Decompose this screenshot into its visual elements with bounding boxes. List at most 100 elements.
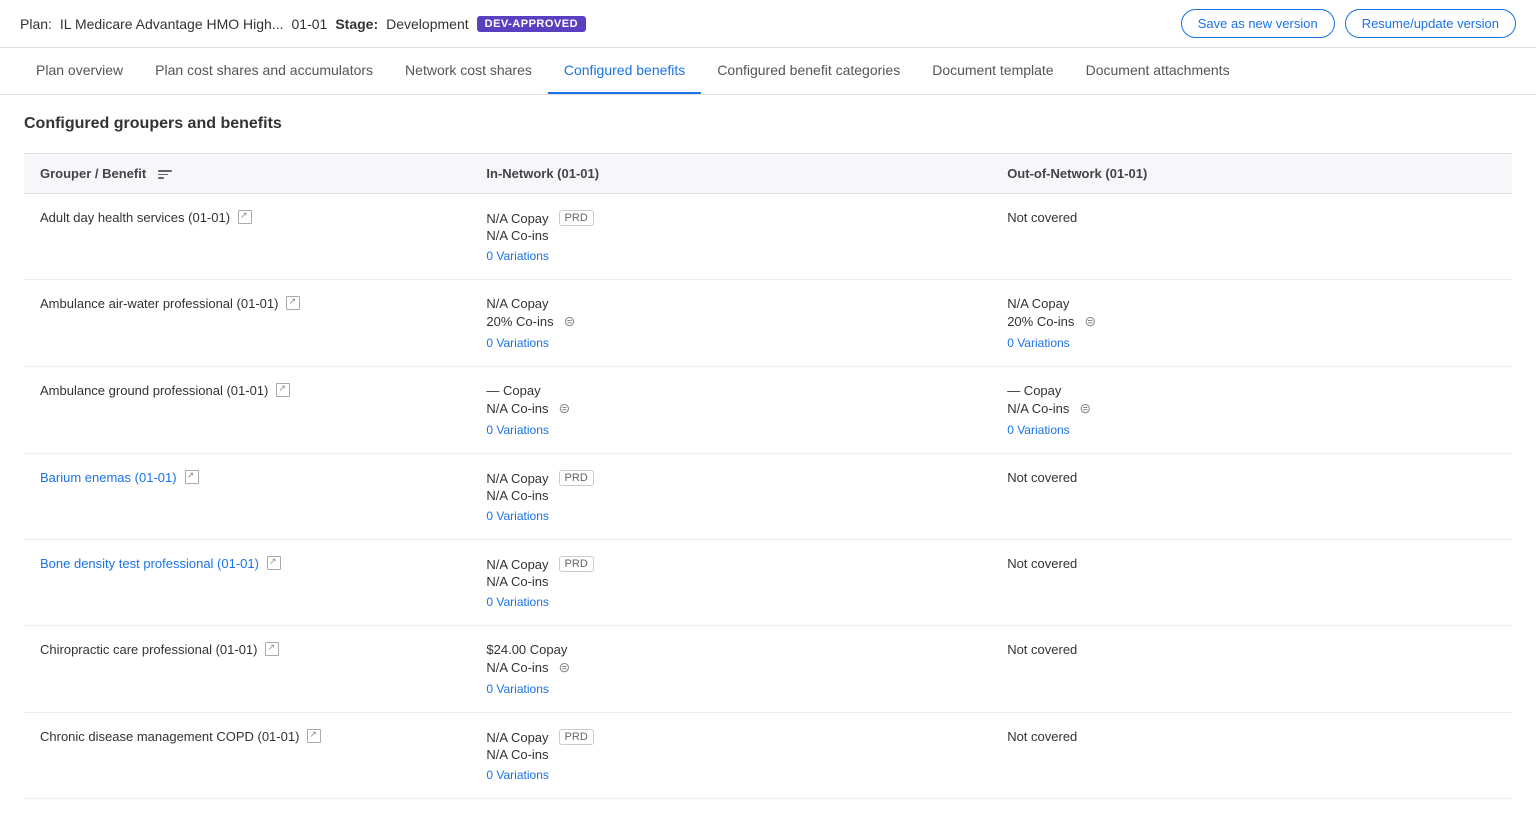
not-covered-text: Not covered bbox=[1007, 729, 1496, 744]
copay-line: N/A CopayPRD bbox=[486, 210, 975, 226]
plan-name: IL Medicare Advantage HMO High... bbox=[60, 16, 284, 32]
variations-link[interactable]: 0 Variations bbox=[486, 249, 975, 263]
out-variations-link[interactable]: 0 Variations bbox=[1007, 423, 1496, 437]
benefit-name-cell: Chronic disease management COPD (01-01) bbox=[24, 713, 470, 799]
tab-configured-benefit-categories[interactable]: Configured benefit categories bbox=[701, 48, 916, 95]
out-network-cell: Not covered bbox=[991, 194, 1512, 280]
variations-link[interactable]: 0 Variations bbox=[486, 768, 975, 782]
not-covered-text: Not covered bbox=[1007, 210, 1496, 225]
layers-icon[interactable]: ⊜ bbox=[559, 659, 571, 676]
copay-line: — Copay bbox=[486, 383, 975, 398]
layers-icon[interactable]: ⊜ bbox=[559, 400, 571, 417]
in-network-cell: N/A Copay 20% Co-ins⊜ 0 Variations bbox=[470, 280, 991, 367]
external-link-icon[interactable] bbox=[307, 729, 321, 743]
tab-plan-cost-shares[interactable]: Plan cost shares and accumulators bbox=[139, 48, 389, 95]
external-link-icon[interactable] bbox=[286, 296, 300, 310]
top-bar-actions: Save as new version Resume/update versio… bbox=[1181, 9, 1516, 38]
dev-approved-badge: DEV-APPROVED bbox=[477, 16, 586, 32]
prd-badge: PRD bbox=[559, 556, 594, 572]
table-row: Chronic disease management COPD (01-01) N… bbox=[24, 713, 1512, 799]
benefit-name-cell: Bone density test professional (01-01) bbox=[24, 540, 470, 626]
out-copay-line: — Copay bbox=[1007, 383, 1496, 398]
variations-link[interactable]: 0 Variations bbox=[486, 336, 975, 350]
out-network-cell: Not covered bbox=[991, 626, 1512, 713]
benefit-name: Ambulance ground professional (01-01) bbox=[40, 383, 268, 398]
variations-link[interactable]: 0 Variations bbox=[486, 595, 975, 609]
table-row: Ambulance ground professional (01-01) — C… bbox=[24, 367, 1512, 454]
table-row: Chiropractic care professional (01-01) $2… bbox=[24, 626, 1512, 713]
copay-line: N/A Copay bbox=[486, 296, 975, 311]
out-network-cell: Not covered bbox=[991, 713, 1512, 799]
table-row: Bone density test professional (01-01) N/… bbox=[24, 540, 1512, 626]
coins-line: N/A Co-ins⊜ bbox=[486, 400, 975, 417]
out-network-cell: Not covered bbox=[991, 540, 1512, 626]
coins-line: N/A Co-ins bbox=[486, 488, 975, 503]
benefit-name: Chronic disease management COPD (01-01) bbox=[40, 729, 299, 744]
variations-link[interactable]: 0 Variations bbox=[486, 682, 975, 696]
copay-line: $24.00 Copay bbox=[486, 642, 975, 657]
benefit-name-cell: Barium enemas (01-01) bbox=[24, 454, 470, 540]
in-network-cell: N/A CopayPRD N/A Co-ins 0 Variations bbox=[470, 194, 991, 280]
coins-line: N/A Co-ins bbox=[486, 574, 975, 589]
main-content: Configured groupers and benefits Grouper… bbox=[0, 95, 1536, 819]
benefit-name-cell: Chiropractic care professional (01-01) bbox=[24, 626, 470, 713]
in-network-cell: N/A CopayPRD N/A Co-ins 0 Variations bbox=[470, 540, 991, 626]
table-header: Grouper / Benefit In-Network (01-01) Out… bbox=[24, 154, 1512, 194]
benefit-name-cell: Ambulance air-water professional (01-01) bbox=[24, 280, 470, 367]
out-network-cell: N/A Copay20% Co-ins⊜0 Variations bbox=[991, 280, 1512, 367]
out-variations-link[interactable]: 0 Variations bbox=[1007, 336, 1496, 350]
coins-line: 20% Co-ins⊜ bbox=[486, 313, 975, 330]
in-network-cell: N/A CopayPRD N/A Co-ins 0 Variations bbox=[470, 454, 991, 540]
plan-label: Plan: bbox=[20, 16, 52, 32]
tab-document-template[interactable]: Document template bbox=[916, 48, 1069, 95]
external-link-icon[interactable] bbox=[185, 470, 199, 484]
in-network-cell: $24.00 Copay N/A Co-ins⊜ 0 Variations bbox=[470, 626, 991, 713]
col-header-out-network: Out-of-Network (01-01) bbox=[991, 154, 1512, 194]
external-link-icon[interactable] bbox=[238, 210, 252, 224]
tab-network-cost-shares[interactable]: Network cost shares bbox=[389, 48, 548, 95]
benefit-name[interactable]: Barium enemas (01-01) bbox=[40, 470, 177, 485]
benefit-name-cell: Ambulance ground professional (01-01) bbox=[24, 367, 470, 454]
filter-icon[interactable] bbox=[158, 170, 172, 179]
in-network-cell: N/A CopayPRD N/A Co-ins 0 Variations bbox=[470, 713, 991, 799]
copay-line: N/A CopayPRD bbox=[486, 470, 975, 486]
not-covered-text: Not covered bbox=[1007, 642, 1496, 657]
save-as-new-version-button[interactable]: Save as new version bbox=[1181, 9, 1335, 38]
out-network-cell: — Copay N/A Co-ins⊜ 0 Variations bbox=[991, 367, 1512, 454]
layers-icon[interactable]: ⊜ bbox=[564, 313, 576, 330]
variations-link[interactable]: 0 Variations bbox=[486, 509, 975, 523]
coins-line: N/A Co-ins⊜ bbox=[486, 659, 975, 676]
resume-update-version-button[interactable]: Resume/update version bbox=[1345, 9, 1516, 38]
prd-badge: PRD bbox=[559, 729, 594, 745]
layers-icon[interactable]: ⊜ bbox=[1079, 400, 1091, 417]
out-coins-line: N/A Co-ins⊜ bbox=[1007, 400, 1496, 417]
coins-line: N/A Co-ins bbox=[486, 228, 975, 243]
not-covered-text: Not covered bbox=[1007, 556, 1496, 571]
tab-document-attachments[interactable]: Document attachments bbox=[1070, 48, 1246, 95]
plan-info: Plan: IL Medicare Advantage HMO High... … bbox=[20, 16, 586, 32]
external-link-icon[interactable] bbox=[265, 642, 279, 656]
tab-plan-overview[interactable]: Plan overview bbox=[20, 48, 139, 95]
external-link-icon[interactable] bbox=[276, 383, 290, 397]
prd-badge: PRD bbox=[559, 210, 594, 226]
tab-configured-benefits[interactable]: Configured benefits bbox=[548, 48, 701, 95]
copay-line: N/A CopayPRD bbox=[486, 556, 975, 572]
top-bar: Plan: IL Medicare Advantage HMO High... … bbox=[0, 0, 1536, 48]
table-row: Barium enemas (01-01) N/A CopayPRD N/A Co-… bbox=[24, 454, 1512, 540]
layers-icon[interactable]: ⊜ bbox=[1084, 313, 1096, 330]
out-coins-line: 20% Co-ins⊜ bbox=[1007, 313, 1496, 330]
tabs-bar: Plan overview Plan cost shares and accum… bbox=[0, 48, 1536, 95]
prd-badge: PRD bbox=[559, 470, 594, 486]
benefit-name[interactable]: Bone density test professional (01-01) bbox=[40, 556, 259, 571]
plan-code: 01-01 bbox=[292, 16, 328, 32]
not-covered-text: Not covered bbox=[1007, 470, 1496, 485]
stage-value: Development bbox=[386, 16, 469, 32]
coins-line: N/A Co-ins bbox=[486, 747, 975, 762]
benefit-name: Chiropractic care professional (01-01) bbox=[40, 642, 257, 657]
variations-link[interactable]: 0 Variations bbox=[486, 423, 975, 437]
section-title: Configured groupers and benefits bbox=[24, 115, 1512, 133]
benefit-name: Adult day health services (01-01) bbox=[40, 210, 230, 225]
table-row: Adult day health services (01-01) N/A Cop… bbox=[24, 194, 1512, 280]
external-link-icon[interactable] bbox=[267, 556, 281, 570]
copay-line: N/A CopayPRD bbox=[486, 729, 975, 745]
